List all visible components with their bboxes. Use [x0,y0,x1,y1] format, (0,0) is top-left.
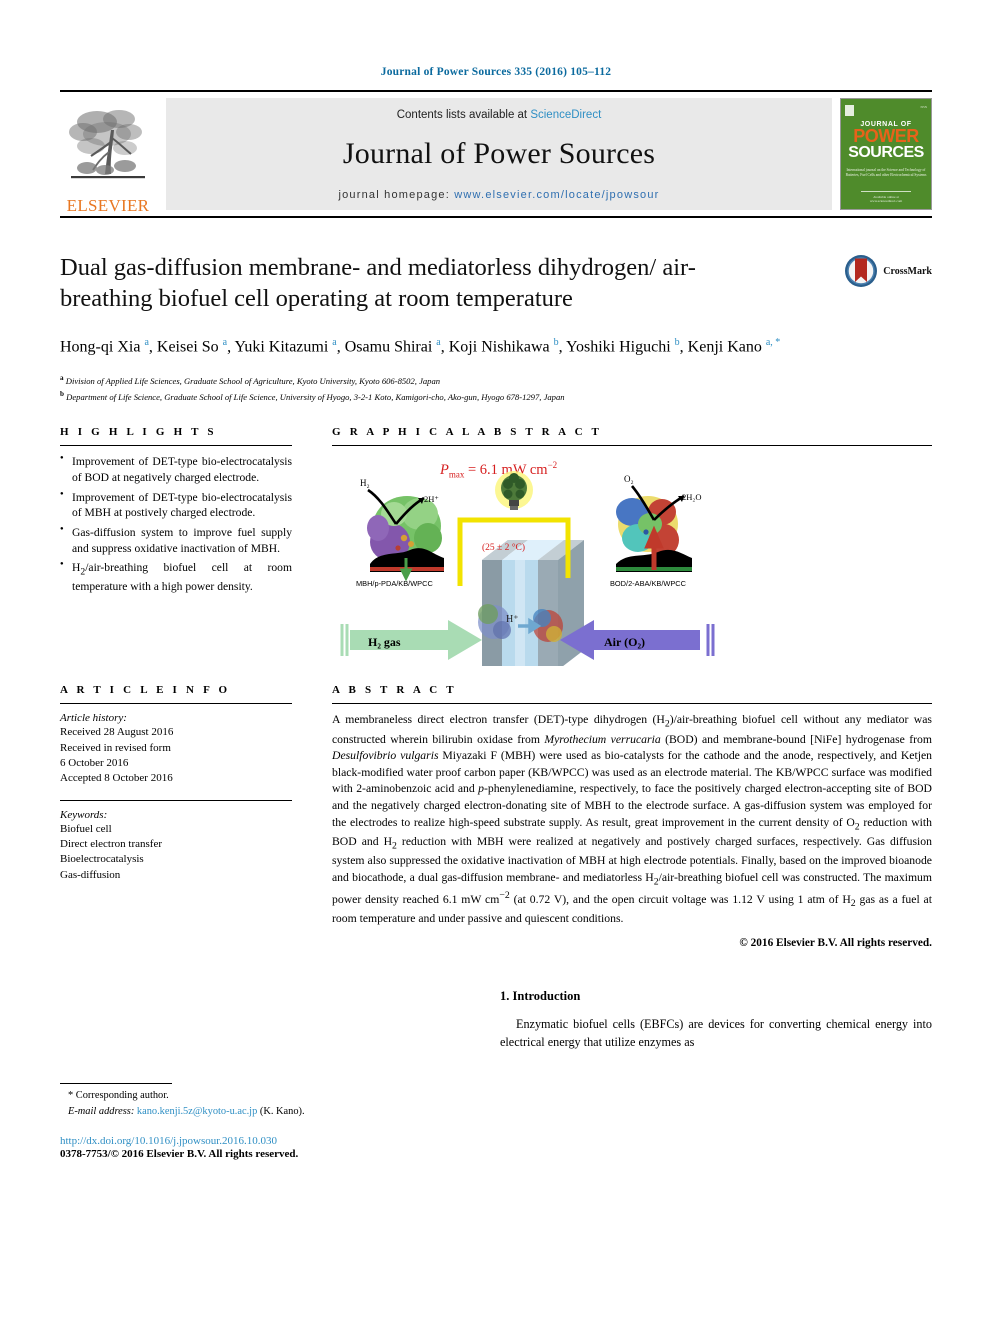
graphical-abstract-column: G R A P H I C A L A B S T R A C T Pmax =… [332,426,932,667]
email-line: E-mail address: kano.kenji.5z@kyoto-u.ac… [68,1104,460,1119]
page-footer-and-intro: * Corresponding author. E-mail address: … [60,975,932,1160]
elsevier-wordmark: ELSEVIER [66,196,150,215]
affiliation-b-text: Department of Life Science, Graduate Sch… [66,391,565,402]
sciencedirect-link[interactable]: ScienceDirect [530,109,601,121]
cathode-enzyme-illustration: O₂ 2H₂O BOD/2-ABA/KB/WPCC [610,474,702,588]
info-and-abstract: A R T I C L E I N F O Article history: R… [60,684,932,949]
journal-title: Journal of Power Sources [342,137,656,170]
contents-prefix: Contents lists available at [396,109,531,121]
email-label: E-mail address: [68,1105,135,1117]
corresponding-author-note: * Corresponding author. E-mail address: … [60,1088,460,1118]
article-info-heading: A R T I C L E I N F O [60,684,231,697]
article-history-item: Accepted 8 October 2016 [60,771,173,784]
abstract-rule [332,703,932,705]
proton-label: H⁺ [506,614,519,625]
running-head: Journal of Power Sources 335 (2016) 105–… [380,66,612,78]
highlights-heading: H I G H L I G H T S [60,426,217,439]
highlights-column: H I G H L I G H T S Improvement of DET-t… [60,426,292,666]
keyword-item: Direct electron transfer [60,838,162,851]
footnote-column: * Corresponding author. E-mail address: … [60,975,460,1160]
elsevier-logo: ELSEVIER [60,92,156,216]
doi-link[interactable]: http://dx.doi.org/10.1016/j.jpowsour.201… [60,1135,460,1147]
keywords-rule [60,800,292,802]
article-history-label: Article history: [60,712,127,725]
keyword-item: Biofuel cell [60,823,112,836]
abstract-column: A B S T R A C T A membraneless direct el… [332,684,932,949]
list-item: H2/air-breathing biofuel cell at room te… [60,560,292,594]
air-inlet-label: Air (O₂) [604,635,645,649]
author-list: Hong-qi Xia a, Keisei So a, Yuki Kitazum… [60,336,781,356]
homepage-url-link[interactable]: www.elsevier.com/locate/jpowsour [454,189,659,201]
copyright-line: © 2016 Elsevier B.V. All rights reserved… [739,937,932,950]
o2-label: O₂ [624,474,634,484]
water-label: 2H₂O [682,492,702,502]
masthead-center: Contents lists available at ScienceDirec… [166,98,832,210]
journal-masthead: ELSEVIER Contents lists available at Sci… [60,90,932,218]
affiliation-a-text: Division of Applied Life Sciences, Gradu… [65,375,441,386]
title-block: Dual gas-diffusion membrane- and mediato… [60,252,932,404]
footnote-divider [60,1083,172,1085]
proton-product-label: 2H⁺ [424,494,439,504]
email-owner: (K. Kano). [259,1105,305,1117]
article-info-column: A R T I C L E I N F O Article history: R… [60,684,292,949]
crossmark-icon [845,255,878,287]
page-title: Dual gas-diffusion membrane- and mediato… [60,254,696,313]
graphical-abstract-rule [332,445,932,447]
contents-available-line: Contents lists available at ScienceDirec… [397,109,602,121]
journal-homepage-line: journal homepage: www.elsevier.com/locat… [338,189,659,201]
email-link[interactable]: kano.kenji.5z@kyoto-u.ac.jp [137,1106,257,1117]
fuel-cell-schematic: H₂ 2H⁺ MBH/p-PDA/KB/WPCC H⁺ (25 ± 2 °C) … [340,471,715,667]
elsevier-tree-icon [69,110,145,179]
article-info-rule [60,703,292,705]
list-item: Improvement of DET-type bio-electrocatal… [60,454,292,485]
introduction-paragraph: Enzymatic biofuel cells (EBFCs) are devi… [500,1017,932,1050]
cover-publisher-mark [845,105,854,116]
keyword-item: Gas-diffusion [60,868,121,881]
cover-line3: SOURCES [848,144,924,162]
list-item: Gas-diffusion system to improve fuel sup… [60,525,292,556]
crossmark-label: CrossMark [883,265,932,277]
graphical-abstract-heading: G R A P H I C A L A B S T R A C T [332,426,603,439]
highlights-and-graphical-abstract: H I G H L I G H T S Improvement of DET-t… [60,426,932,667]
article-history-item: 6 October 2016 [60,756,129,769]
fuel-inlet-arrow: H₂ gas [340,620,482,661]
journal-cover-thumbnail: ISSN JOURNAL OF POWER SOURCES Internatio… [840,98,932,210]
h2-label: H₂ [360,478,370,488]
keyword-item: Bioelectrocatalysis [60,853,144,866]
fuel-inlet-label: H₂ gas [368,635,401,649]
affiliations: a Division of Applied Life Sciences, Gra… [60,373,932,405]
cover-issn-text: ISSN [920,105,927,109]
cathode-electrode-label: BOD/2-ABA/KB/WPCC [610,579,687,588]
crossmark-badge[interactable]: CrossMark [844,254,932,288]
corresponding-author-line: * Corresponding author. [68,1090,169,1102]
issn-copyright-line: 0378-7753/© 2016 Elsevier B.V. All right… [60,1147,299,1160]
keywords-label: Keywords: [60,809,108,822]
anode-enzyme-illustration: H₂ 2H⁺ MBH/p-PDA/KB/WPCC [356,478,444,588]
affiliation-b: b Department of Life Science, Graduate S… [60,389,565,402]
temperature-label: (25 ± 2 °C) [482,542,525,553]
article-first-page: Journal of Power Sources 335 (2016) 105–… [0,0,992,1323]
introduction-heading: 1. Introduction [500,989,581,1004]
article-history-item: Received 28 August 2016 [60,726,174,739]
abstract-heading: A B S T R A C T [332,684,457,697]
homepage-prefix: journal homepage: [338,189,455,201]
introduction-column: 1. Introduction Enzymatic biofuel cells … [500,975,932,1159]
highlights-rule [60,445,292,447]
graphical-abstract-figure: Pmax = 6.1 mW cm−2 H₂ 2H⁺ MBH/p-PDA/KB/W… [332,454,932,667]
highlights-list: Improvement of DET-type bio-electrocatal… [60,454,292,594]
abstract-text: A membraneless direct electron transfer … [332,713,932,925]
cover-blurb: International journal on the Science and… [845,168,927,178]
article-history-item: Received in revised form [60,741,171,754]
affiliation-a: a Division of Applied Life Sciences, Gra… [60,373,441,386]
list-item: Improvement of DET-type bio-electrocatal… [60,490,292,521]
cover-footer: Available online at www.sciencedirect.co… [860,191,912,203]
cover-line2: POWER [853,126,919,146]
anode-electrode-label: MBH/p-PDA/KB/WPCC [356,579,433,588]
